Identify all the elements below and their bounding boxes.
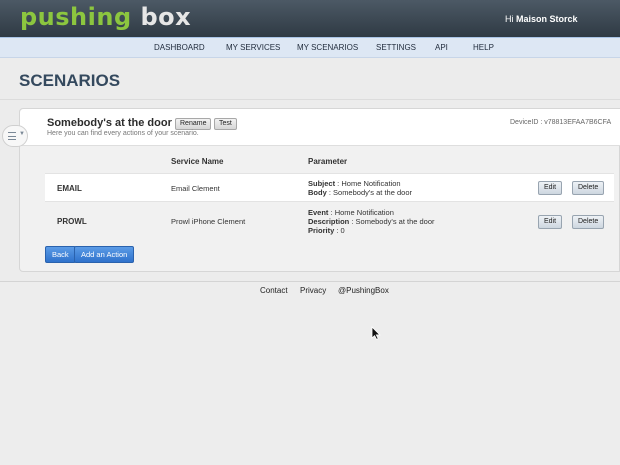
param-key: Body — [308, 188, 327, 197]
scenario-header: Somebody's at the door Rename Test Here … — [20, 109, 620, 146]
logo-text-part2: box — [131, 3, 192, 31]
parameter-list: Subject : Home Notification Body : Someb… — [308, 179, 412, 197]
page-title: SCENARIOS — [19, 71, 121, 90]
nav-dashboard[interactable]: DASHBOARD — [154, 43, 205, 52]
parameter-list: Event : Home Notification Description : … — [308, 208, 435, 235]
footer-link-pushingbox[interactable]: @PushingBox — [338, 286, 389, 295]
param-key: Description — [308, 217, 350, 226]
footer-link-contact[interactable]: Contact — [260, 286, 288, 295]
param-value: Home Notification — [341, 179, 401, 188]
param-value: Home Notification — [334, 208, 394, 217]
edit-button[interactable]: Edit — [538, 215, 563, 229]
scenario-subtitle: Here you can find every actions of your … — [47, 130, 199, 137]
delete-button[interactable]: Delete — [572, 215, 605, 229]
nav-help[interactable]: HELP — [473, 43, 494, 52]
pushingbox-logo[interactable]: pushing box — [20, 3, 191, 31]
param-value: Somebody's at the door — [333, 188, 412, 197]
top-header-bar: pushing box Hi Maison Storck — [0, 0, 620, 37]
param-line: Description : Somebody's at the door — [308, 217, 435, 226]
footer-link-privacy[interactable]: Privacy — [300, 286, 326, 295]
table-row: EMAIL Email Clement Subject : Home Notif… — [45, 173, 614, 202]
param-line: Body : Somebody's at the door — [308, 188, 412, 197]
column-header-service-name: Service Name — [171, 157, 224, 166]
param-key: Subject — [308, 179, 336, 188]
column-header-parameter: Parameter — [308, 157, 348, 166]
service-type: PROWL — [57, 217, 87, 226]
service-name: Email Clement — [171, 184, 220, 193]
param-line: Event : Home Notification — [308, 208, 435, 217]
add-action-button[interactable]: Add an Action — [74, 246, 135, 263]
nav-my-services[interactable]: MY SERVICES — [226, 43, 280, 52]
device-id: DeviceID : v78813EFAA7B6CFA — [510, 119, 612, 126]
logo-text-part1: pushing — [20, 3, 132, 31]
back-button[interactable]: Back — [45, 246, 76, 263]
user-name[interactable]: Maison Storck — [516, 14, 578, 24]
param-value: Somebody's at the door — [355, 217, 435, 226]
mouse-pointer-icon — [371, 326, 381, 340]
user-greeting: Hi Maison Storck — [505, 14, 578, 24]
nav-my-scenarios[interactable]: MY SCENARIOS — [297, 43, 358, 52]
param-key: Priority — [308, 226, 335, 235]
delete-button[interactable]: Delete — [572, 181, 605, 195]
main-nav: DASHBOARD MY SERVICES MY SCENARIOS SETTI… — [0, 37, 620, 58]
scenario-title: Somebody's at the door — [47, 117, 172, 129]
list-icon[interactable]: ▼ — [2, 125, 28, 147]
caret-down-icon: ▼ — [19, 131, 25, 137]
nav-api[interactable]: API — [435, 43, 448, 52]
param-line: Priority : 0 — [308, 226, 435, 235]
param-line: Subject : Home Notification — [308, 179, 412, 188]
param-value: 0 — [340, 226, 345, 235]
rename-button[interactable]: Rename — [175, 118, 212, 130]
service-name: Prowl iPhone Clement — [171, 217, 246, 226]
param-key: Event — [308, 208, 329, 217]
nav-settings[interactable]: SETTINGS — [376, 43, 416, 52]
table-row: PROWL Prowl iPhone Clement Event : Home … — [45, 203, 614, 240]
greeting-prefix: Hi — [505, 14, 516, 24]
footer-area — [0, 282, 620, 465]
list-lines-icon — [8, 132, 16, 140]
edit-button[interactable]: Edit — [538, 181, 563, 195]
service-type: EMAIL — [57, 184, 82, 193]
page-title-band: SCENARIOS — [0, 58, 620, 100]
test-button[interactable]: Test — [214, 118, 237, 130]
